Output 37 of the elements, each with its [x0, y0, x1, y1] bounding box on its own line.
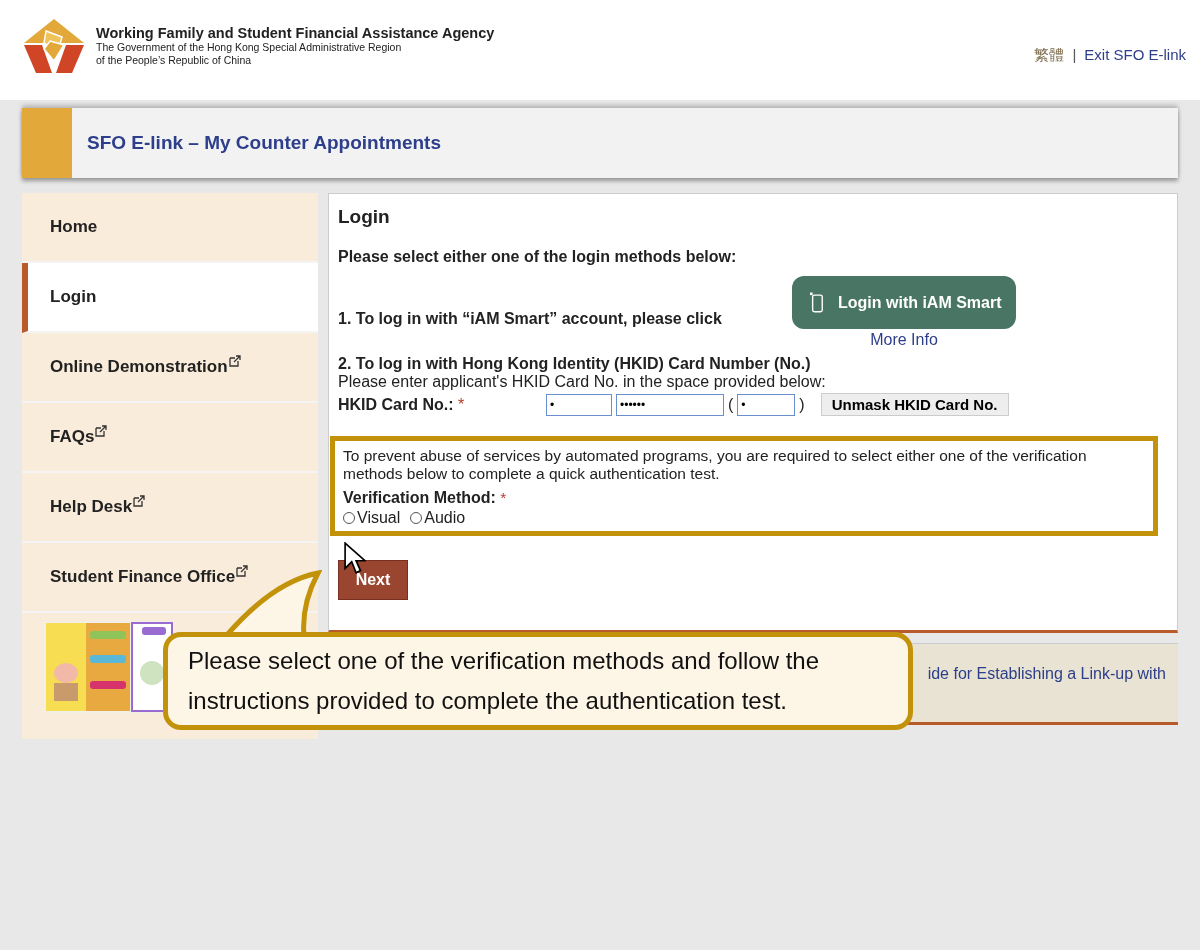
radio-label[interactable]: Visual: [357, 509, 401, 527]
sidebar-item[interactable]: Login: [22, 263, 318, 333]
cursor-icon: [344, 542, 366, 575]
required-mark: *: [458, 395, 465, 413]
government-name: of the People’s Republic of China: [96, 54, 253, 67]
radio-label[interactable]: Audio: [424, 509, 466, 527]
parenthesis: (: [728, 395, 734, 414]
separator: |: [1072, 45, 1077, 65]
method-two-hint: Please enter applicant's HKID Card No. in the space provided below:: [338, 373, 827, 391]
method-two-text: 2. To log in with Hong Kong Identity (HKID) Card Number (No.): [338, 355, 812, 373]
sidebar-item[interactable]: Help Desk: [22, 473, 318, 543]
guide-link[interactable]: ide for Establishing a Link-up with: [927, 665, 1166, 683]
unmask-button[interactable]: Unmask HKID Card No.: [820, 393, 1009, 416]
language-link[interactable]: 繁體: [1034, 45, 1065, 65]
accent-bar: [22, 108, 72, 178]
agency-name: Working Family and Student Financial Assistance Agency: [96, 25, 495, 41]
page-title: SFO E-link – My Counter Appointments: [87, 132, 441, 154]
sidebar-item[interactable]: Online Demonstration: [22, 333, 318, 403]
government-name: The Government of the Hong Kong Special Administrative Region: [96, 41, 403, 54]
input-field[interactable]: •: [737, 393, 796, 416]
verification-label: Verification Method:: [343, 489, 496, 506]
parenthesis: ): [799, 395, 805, 414]
method-one-text: 1. To log in with “iAM Smart” account, please click: [338, 310, 723, 328]
hkid-label: HKID Card No.:: [338, 395, 454, 413]
input-field[interactable]: ••••••: [616, 393, 724, 416]
input-field[interactable]: •: [546, 393, 612, 416]
callout-text: Please select one of the verification methods and follow the instructions provided to complete the authentication test.: [188, 646, 821, 716]
exit-link[interactable]: Exit SFO E-link: [1084, 45, 1186, 65]
login-heading: Login: [338, 206, 391, 228]
sidebar-item[interactable]: FAQs: [22, 403, 318, 473]
required-mark: *: [500, 489, 507, 506]
login-intro: Please select either one of the login methods below:: [338, 248, 738, 266]
iam-smart-button[interactable]: Login with iAM Smart: [792, 276, 1016, 329]
more-info-link[interactable]: More Info: [870, 331, 938, 349]
phone-icon: [810, 291, 824, 314]
agency-logo: [22, 17, 86, 75]
verification-text: To prevent abuse of services by automated programs, you are required to select either one of the verification methods below to complete a quick authentication test.: [343, 447, 1088, 483]
